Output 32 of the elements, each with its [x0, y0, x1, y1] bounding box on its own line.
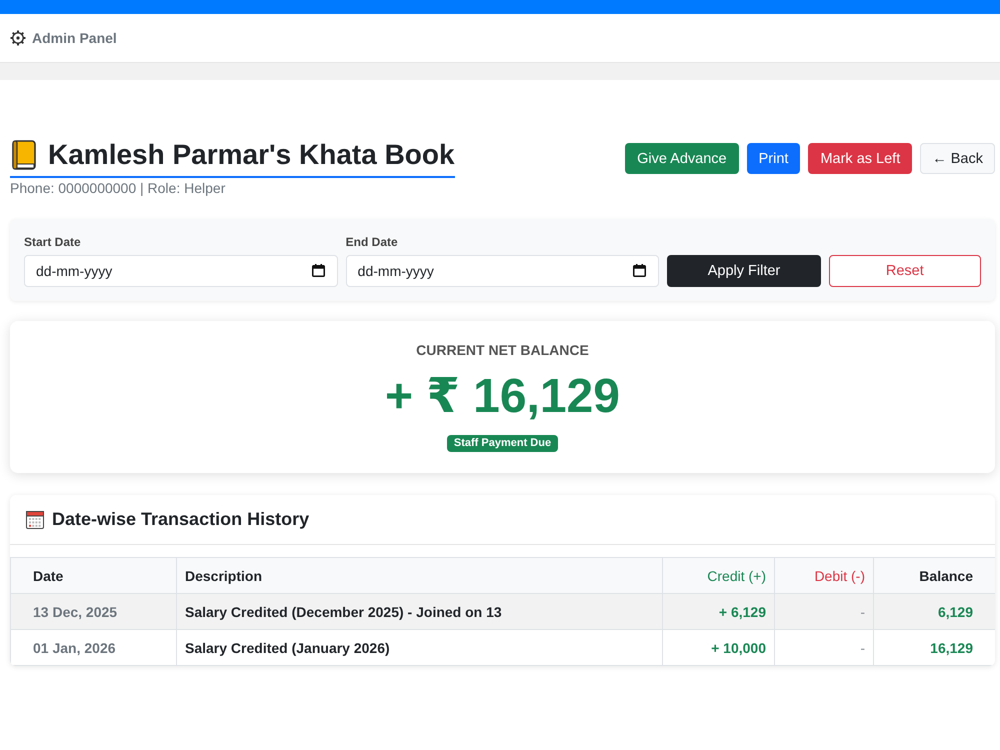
- table-cell: + 6,129: [662, 594, 774, 630]
- table-cell: -: [774, 630, 874, 666]
- balance-label: CURRENT NET BALANCE: [416, 341, 589, 359]
- column-header: Description: [176, 558, 662, 594]
- section-title: Date-wise Transaction History: [52, 509, 310, 530]
- table-cell: 01 Jan, 2026: [10, 630, 176, 666]
- date-field[interactable]: dd-mm-yyyy: [346, 255, 660, 287]
- action-button[interactable]: Mark as Left: [808, 143, 912, 174]
- action-button[interactable]: Give Advance: [625, 143, 739, 174]
- field-label: Start Date: [24, 235, 81, 250]
- action-button[interactable]: Print: [746, 143, 800, 174]
- table-cell: -: [774, 594, 874, 630]
- brand-link[interactable]: Admin Panel: [32, 29, 117, 47]
- field-label: End Date: [346, 235, 398, 250]
- page-title: Kamlesh Parmar's Khata Book: [48, 138, 455, 172]
- action-button[interactable]: ← Back: [920, 143, 995, 174]
- filter-button[interactable]: Apply Filter: [667, 255, 821, 287]
- status-badge: Staff Payment Due: [446, 435, 558, 452]
- table-cell: + 10,000: [662, 630, 774, 666]
- table-cell: 13 Dec, 2025: [10, 594, 176, 630]
- book-icon: [12, 140, 36, 170]
- calendar-icon[interactable]: [312, 264, 325, 277]
- date-field[interactable]: dd-mm-yyyy: [24, 255, 338, 287]
- calendar-icon: [26, 510, 44, 528]
- calendar-icon[interactable]: [633, 264, 646, 277]
- column-header: Date: [10, 558, 176, 594]
- table-cell: Salary Credited (January 2026): [176, 630, 662, 666]
- gear-icon: [10, 30, 26, 46]
- page-subtitle: Phone: 0000000000 | Role: Helper: [10, 179, 226, 197]
- filter-button[interactable]: Reset: [828, 255, 981, 287]
- balance-amount: + ₹ 16,129: [385, 369, 620, 425]
- table-cell: Salary Credited (December 2025) - Joined on 13: [176, 594, 662, 630]
